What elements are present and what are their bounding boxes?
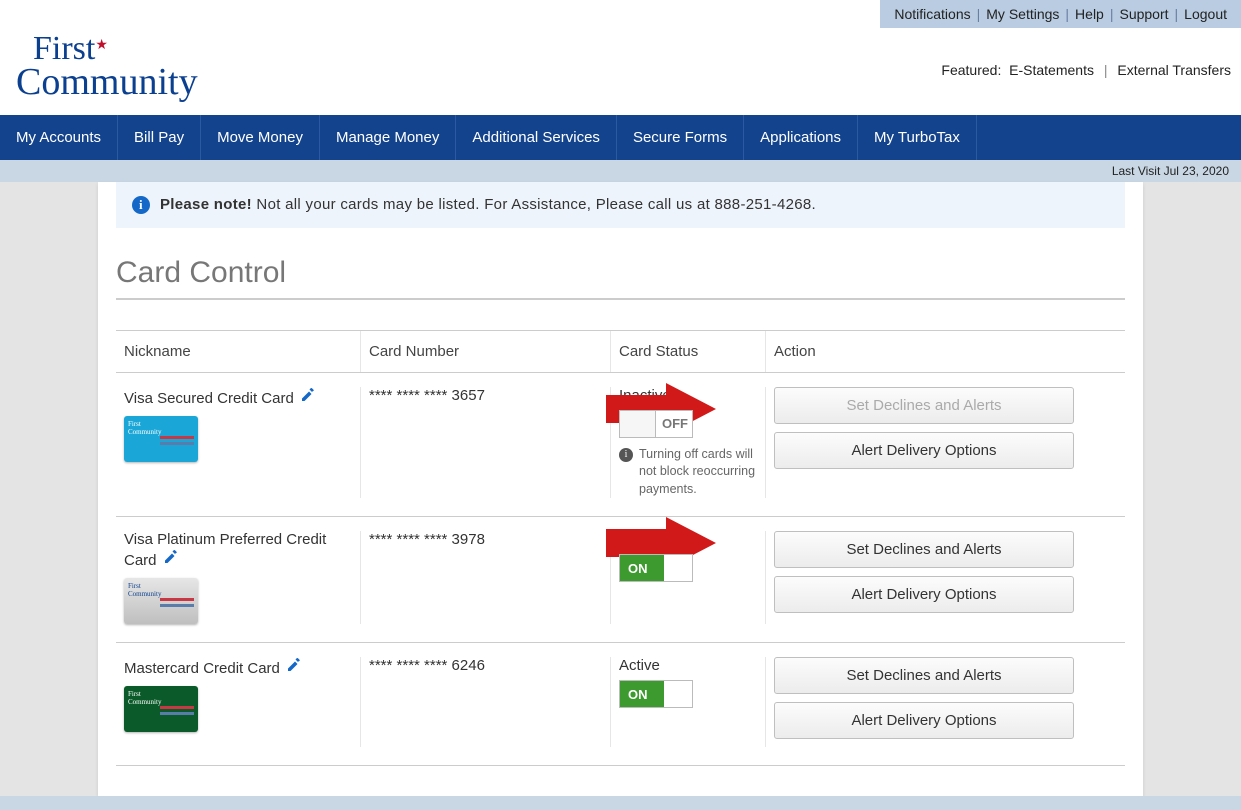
card-row: Mastercard Credit Card FirstCommunity ****… xyxy=(116,643,1125,766)
nav-my-turbotax[interactable]: My TurboTax xyxy=(858,115,977,160)
card-image: FirstCommunity xyxy=(124,686,198,732)
col-nickname: Nickname xyxy=(116,331,361,372)
alert-delivery-button[interactable]: Alert Delivery Options xyxy=(774,702,1074,739)
edit-icon[interactable] xyxy=(286,660,302,677)
col-card-status: Card Status xyxy=(611,331,766,372)
card-number: **** **** **** 3978 xyxy=(369,531,485,548)
nav-logout[interactable]: Logout xyxy=(1184,6,1227,22)
nav-support[interactable]: Support xyxy=(1119,6,1168,22)
col-card-number: Card Number xyxy=(361,331,611,372)
table-header: Nickname Card Number Card Status Action xyxy=(116,330,1125,373)
card-status-label: Active xyxy=(619,657,757,674)
notice-bold: Please note! xyxy=(160,196,252,213)
nav-applications[interactable]: Applications xyxy=(744,115,858,160)
toggle-off-info: iTurning off cards will not block reoccu… xyxy=(619,446,757,499)
nav-bill-pay[interactable]: Bill Pay xyxy=(118,115,201,160)
alert-delivery-button[interactable]: Alert Delivery Options xyxy=(774,576,1074,613)
col-action: Action xyxy=(766,331,1125,372)
page-title: Card Control xyxy=(116,256,1125,300)
nav-secure-forms[interactable]: Secure Forms xyxy=(617,115,744,160)
nav-move-money[interactable]: Move Money xyxy=(201,115,320,160)
set-declines-button[interactable]: Set Declines and Alerts xyxy=(774,531,1074,568)
nav-manage-money[interactable]: Manage Money xyxy=(320,115,456,160)
card-row: Visa Platinum Preferred Credit Card First… xyxy=(116,517,1125,643)
last-visit-strip: Last Visit Jul 23, 2020 xyxy=(0,160,1241,182)
set-declines-button[interactable]: Set Declines and Alerts xyxy=(774,657,1074,694)
featured-external-transfers[interactable]: External Transfers xyxy=(1117,62,1231,78)
card-number: **** **** **** 6246 xyxy=(369,657,485,674)
notice-text: Not all your cards may be listed. For As… xyxy=(252,196,816,213)
nav-my-settings[interactable]: My Settings xyxy=(986,6,1059,22)
alert-delivery-button[interactable]: Alert Delivery Options xyxy=(774,432,1074,469)
featured-estatements[interactable]: E-Statements xyxy=(1009,62,1094,78)
notice-banner: i Please note! Not all your cards may be… xyxy=(116,182,1125,228)
card-image: FirstCommunity xyxy=(124,578,198,624)
nav-notifications[interactable]: Notifications xyxy=(894,6,970,22)
card-nickname: Visa Secured Credit Card xyxy=(124,390,294,407)
utility-nav: Notifications| My Settings| Help| Suppor… xyxy=(880,0,1241,28)
edit-icon[interactable] xyxy=(163,552,179,569)
footer-strip xyxy=(0,796,1241,810)
edit-icon[interactable] xyxy=(300,390,316,407)
card-status-toggle[interactable]: OFF xyxy=(619,410,693,438)
brand-logo[interactable]: First★ Community xyxy=(10,28,204,105)
card-number: **** **** **** 3657 xyxy=(369,387,485,404)
card-nickname: Mastercard Credit Card xyxy=(124,660,280,677)
card-status-toggle[interactable]: ON xyxy=(619,554,693,582)
main-nav: My Accounts Bill Pay Move Money Manage M… xyxy=(0,115,1241,160)
card-nickname: Visa Platinum Preferred Credit Card xyxy=(124,531,326,569)
nav-additional-services[interactable]: Additional Services xyxy=(456,115,617,160)
info-icon: i xyxy=(619,448,633,462)
set-declines-button: Set Declines and Alerts xyxy=(774,387,1074,424)
card-image: FirstCommunity xyxy=(124,416,198,462)
nav-my-accounts[interactable]: My Accounts xyxy=(0,115,118,160)
featured-label: Featured: xyxy=(941,62,1001,78)
card-row: Visa Secured Credit Card FirstCommunity **… xyxy=(116,373,1125,518)
card-status-toggle[interactable]: ON xyxy=(619,680,693,708)
featured-links: Featured: E-Statements | External Transf… xyxy=(941,28,1231,78)
info-icon: i xyxy=(132,196,150,214)
nav-help[interactable]: Help xyxy=(1075,6,1104,22)
